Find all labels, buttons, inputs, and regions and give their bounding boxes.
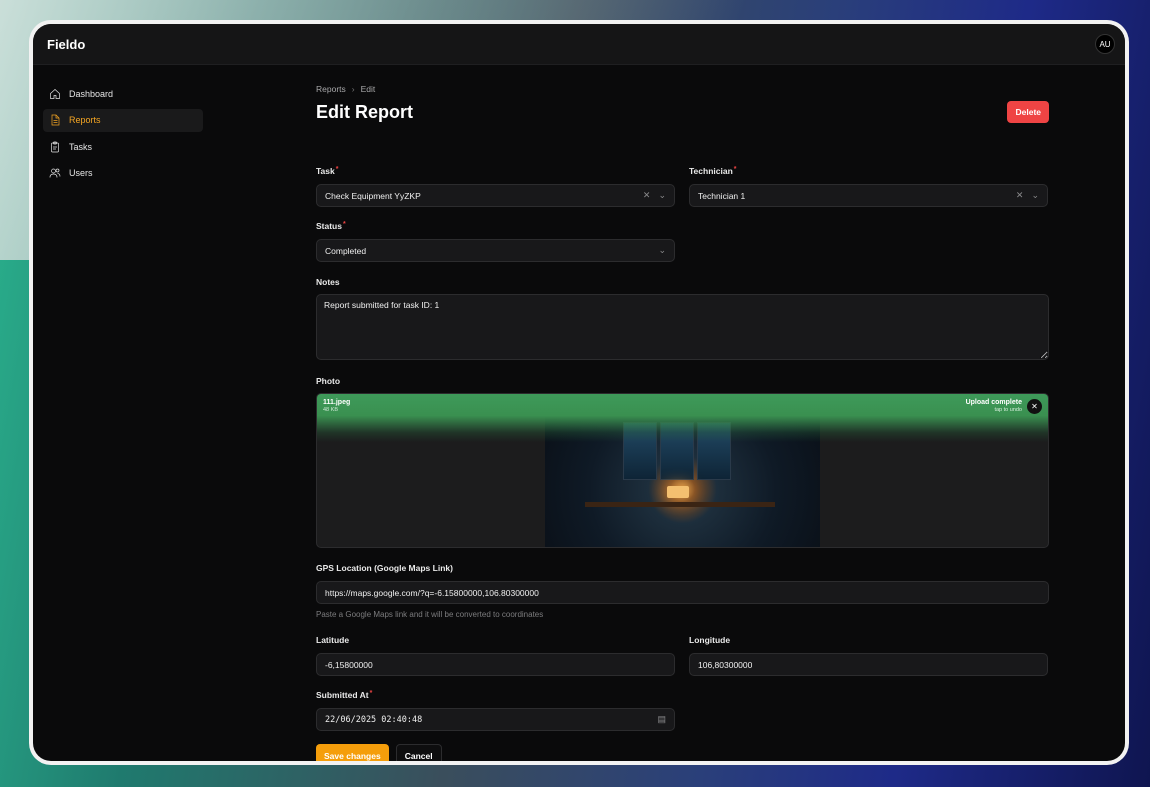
sidebar: Dashboard Reports Tasks Users (43, 82, 203, 188)
status-label: Status* (316, 221, 675, 233)
status-label-text: Status (316, 221, 342, 231)
chevron-right-icon: › (351, 84, 355, 94)
status-row: Status* Completed ⌄ (316, 221, 675, 262)
upload-status-banner (317, 394, 1048, 442)
sidebar-item-tasks[interactable]: Tasks (43, 135, 203, 158)
sidebar-item-dashboard[interactable]: Dashboard (43, 82, 203, 105)
technician-label-text: Technician (689, 166, 733, 176)
submitted-at-input[interactable]: 22/06/2025 02:40:48 ▤ (316, 708, 675, 731)
technician-select-value: Technician 1 (698, 190, 746, 201)
submitted-group: Submitted At* 22/06/2025 02:40:48 ▤ (316, 690, 675, 731)
technician-select[interactable]: Technician 1 ✕ ⌄ (689, 184, 1048, 207)
file-name: 111.jpeg (323, 399, 351, 406)
photo-row: Photo 111.jpeg 48 KB Upload complete tap… (316, 376, 1049, 548)
required-mark: * (335, 166, 339, 173)
task-group: Task* Check Equipment YyZKP ✕ ⌄ (316, 166, 675, 207)
brand-logo[interactable]: Fieldo (47, 37, 85, 52)
task-select[interactable]: Check Equipment YyZKP ✕ ⌄ (316, 184, 675, 207)
task-select-value: Check Equipment YyZKP (325, 190, 421, 201)
title-row: Edit Report Delete (316, 100, 1049, 124)
sidebar-item-label: Dashboard (69, 88, 114, 99)
status-select[interactable]: Completed ⌄ (316, 239, 675, 262)
longitude-group: Longitude 106,80300000 (689, 635, 1048, 676)
status-select-value: Completed (325, 245, 367, 256)
gps-input-value: https://maps.google.com/?q=-6.15800000,1… (325, 587, 539, 598)
page-title: Edit Report (316, 101, 413, 122)
latitude-label: Latitude (316, 635, 350, 645)
sidebar-item-label: Reports (69, 115, 101, 125)
sidebar-item-users[interactable]: Users (43, 162, 203, 185)
app-screen: Fieldo AU Dashboard Reports Tasks Users (33, 24, 1125, 761)
chevron-down-icon[interactable]: ⌄ (658, 190, 666, 201)
gps-label: GPS Location (Google Maps Link) (316, 563, 453, 573)
upload-status[interactable]: Upload complete tap to undo (966, 399, 1022, 413)
user-avatar[interactable]: AU (1095, 34, 1115, 54)
clear-icon[interactable]: ✕ (643, 190, 651, 201)
coordinates-row: Latitude -6,15800000 Longitude 106,80300… (316, 635, 1048, 676)
chevron-down-icon[interactable]: ⌄ (1031, 190, 1039, 201)
breadcrumb-reports-link[interactable]: Reports (316, 84, 346, 94)
notes-row: Notes Report submitted for task ID: 1 (316, 277, 1049, 360)
device-frame: Fieldo AU Dashboard Reports Tasks Users (29, 20, 1129, 765)
top-bar: Fieldo AU (33, 24, 1125, 65)
notes-label: Notes (316, 277, 340, 287)
task-technician-row: Task* Check Equipment YyZKP ✕ ⌄ Technicia… (316, 166, 1048, 207)
file-meta: 111.jpeg 48 KB (323, 399, 350, 413)
submitted-label: Submitted At* (316, 690, 675, 702)
latitude-group: Latitude -6,15800000 (316, 635, 675, 676)
technician-label: Technician* (689, 166, 1048, 178)
required-mark: * (342, 221, 346, 228)
upload-undo-hint: tap to undo (994, 407, 1022, 413)
breadcrumb-current: Edit (360, 84, 376, 94)
photo-laptop-glow (667, 486, 689, 498)
submitted-row: Submitted At* 22/06/2025 02:40:48 ▤ (316, 690, 675, 731)
task-label-text: Task (316, 166, 335, 176)
sidebar-item-label: Tasks (69, 141, 93, 152)
task-label: Task* (316, 166, 675, 178)
required-mark: * (733, 166, 737, 173)
sidebar-item-reports[interactable]: Reports (43, 108, 203, 132)
delete-button[interactable]: Delete (1007, 101, 1049, 123)
close-icon: ✕ (1031, 402, 1038, 411)
longitude-input[interactable]: 106,80300000 (689, 653, 1048, 676)
submitted-label-text: Submitted At (316, 690, 369, 700)
gps-hint: Paste a Google Maps link and it will be … (316, 610, 544, 619)
calendar-icon[interactable]: ▤ (657, 714, 666, 725)
photo-desk (585, 502, 775, 507)
form-actions: Save changes Cancel (316, 744, 442, 761)
upload-status-title: Upload complete (965, 399, 1022, 406)
main-content: Reports › Edit Edit Report Delete Task* … (316, 82, 1049, 761)
clipboard-icon (51, 141, 59, 152)
home-icon (50, 88, 60, 99)
users-icon (49, 168, 61, 178)
notes-textarea[interactable]: Report submitted for task ID: 1 (316, 294, 1049, 360)
chevron-down-icon[interactable]: ⌄ (658, 245, 666, 256)
save-changes-button[interactable]: Save changes (316, 744, 389, 761)
submitted-at-value: 22/06/2025 02:40:48 (325, 714, 423, 725)
breadcrumb: Reports › Edit (316, 82, 1049, 96)
longitude-input-value: 106,80300000 (698, 659, 753, 670)
latitude-input[interactable]: -6,15800000 (316, 653, 675, 676)
longitude-label: Longitude (689, 635, 731, 645)
required-mark: * (369, 690, 373, 697)
document-icon (51, 114, 60, 126)
file-size: 48 KB (323, 407, 338, 413)
gps-input[interactable]: https://maps.google.com/?q=-6.15800000,1… (316, 581, 1049, 604)
sidebar-item-label: Users (69, 168, 93, 178)
remove-file-button[interactable]: ✕ (1027, 399, 1042, 414)
technician-group: Technician* Technician 1 ✕ ⌄ (689, 166, 1048, 207)
gps-row: GPS Location (Google Maps Link) https://… (316, 563, 1049, 619)
clear-icon[interactable]: ✕ (1016, 190, 1024, 201)
status-group: Status* Completed ⌄ (316, 221, 675, 262)
photo-label: Photo (316, 376, 341, 386)
photo-uploader[interactable]: 111.jpeg 48 KB Upload complete tap to un… (316, 393, 1049, 548)
cancel-button[interactable]: Cancel (395, 744, 442, 761)
latitude-input-value: -6,15800000 (325, 659, 373, 670)
